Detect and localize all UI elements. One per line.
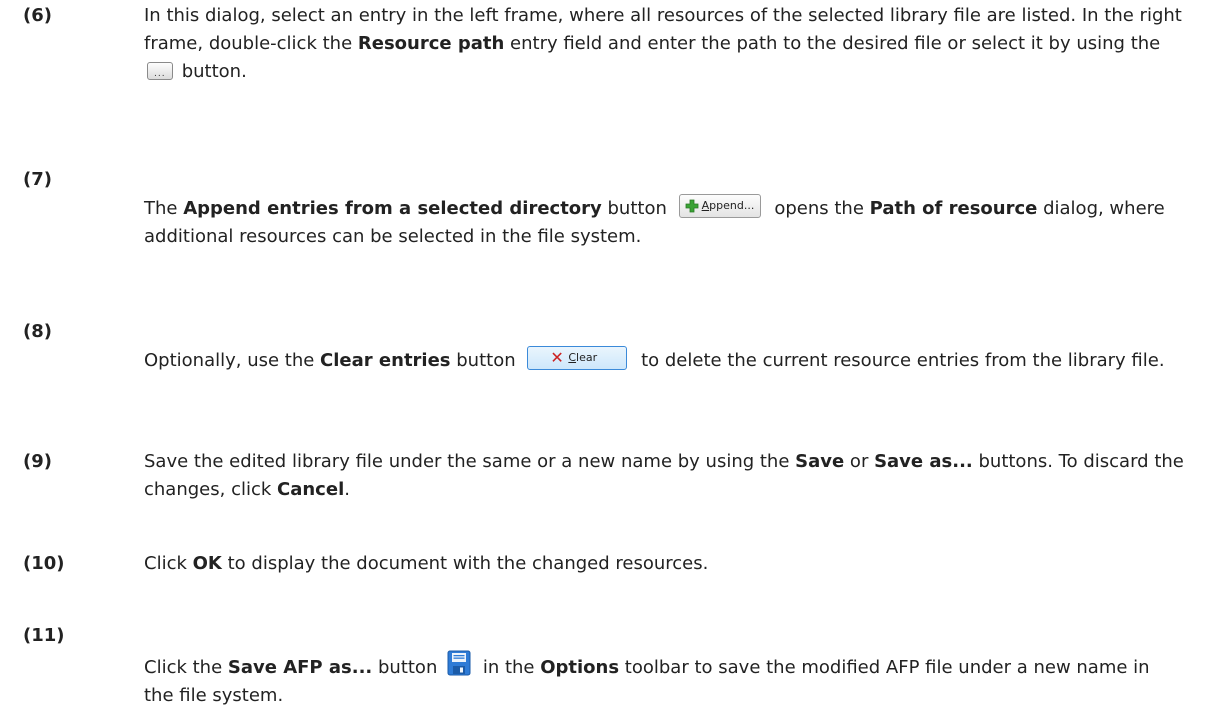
text-run: button [450,350,522,371]
step-number: (9) [23,451,52,472]
text-run: opens the [768,198,870,219]
save-floppy-icon [447,650,471,676]
text-run: . [344,479,350,500]
text-run: entry field and enter the path to the de… [504,33,1161,54]
ellipsis-button-image: ... [147,62,173,80]
ui-term-cancel: Cancel [277,479,345,500]
text-run: Optionally, use the [144,350,321,371]
red-x-icon: ✕ [550,348,564,367]
ui-term-append-entries: Append entries from a selected directory [183,198,602,219]
step-number: (11) [23,625,65,646]
text-run: button [601,198,673,219]
step-text: Save the edited library file under the s… [144,448,1184,504]
text-run: button [372,657,444,678]
append-button-image: Append... [678,194,761,218]
ui-term-resource-path: Resource path [357,33,505,54]
step-number: (10) [23,553,65,574]
clear-label: Clear [568,351,598,364]
text-run: to delete the current resource entries f… [635,350,1165,371]
ellipsis-icon: ... [154,69,166,79]
append-label: Append... [701,199,755,212]
ui-term-options: Options [540,657,620,678]
step-number: (8) [23,321,52,342]
step-text: Click OK to display the document with th… [144,550,1184,578]
text-run: to display the document with the changed… [221,553,709,574]
step-text: Optionally, use the Clear entries button… [144,346,1184,375]
step-text: In this dialog, select an entry in the l… [144,2,1184,86]
text-run: Save the edited library file under the s… [144,451,796,472]
ui-term-save-afp-as: Save AFP as... [227,657,373,678]
ui-term-path-of-resource: Path of resource [869,198,1038,219]
step-number: (6) [23,5,52,26]
text-run: Click [144,553,193,574]
text-run: or [844,451,875,472]
ui-term-clear-entries: Clear entries [320,350,451,371]
ui-term-save: Save [795,451,845,472]
step-text: The Append entries from a selected direc… [144,194,1184,251]
ui-term-ok: OK [192,553,222,574]
ui-term-save-as: Save as... [874,451,973,472]
text-run: Click the [144,657,228,678]
text-run: in the [477,657,541,678]
green-plus-icon [685,199,699,213]
documentation-page: (6) In this dialog, select an entry in t… [0,0,1211,706]
step-number: (7) [23,169,52,190]
step-text: Click the Save AFP as... button in the O… [144,650,1184,710]
clear-button-image: ✕ Clear [527,346,628,370]
text-run: button. [176,61,247,82]
text-run: The [144,198,184,219]
